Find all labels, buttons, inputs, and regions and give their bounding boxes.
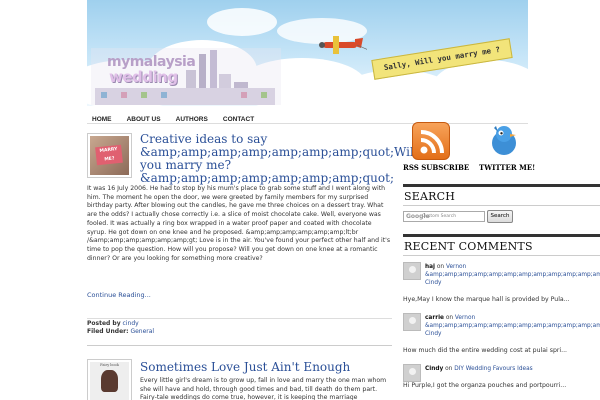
nav-home[interactable]: HOME [87,111,117,129]
rss-glyph [420,130,444,154]
google-logo: Google [406,213,430,220]
comment-text: How much did the entire wedding cost at … [403,347,568,354]
filed-under-label: Filed Under: [87,328,129,336]
search-heading: SEARCH [403,184,600,206]
post-meta: Posted by cindy Filed Under: General [87,318,392,337]
comment-text: Hye,May I know the marque hall is provid… [403,296,570,303]
category-link[interactable]: General [130,328,154,335]
post-title[interactable]: Sometimes Love Just Ain't Enough [140,361,390,374]
comment-author[interactable]: Cindy [425,366,443,372]
avatar [403,262,421,280]
search-input[interactable]: Google Custom Search [403,211,485,222]
portrait [101,370,118,392]
comment-post-link[interactable]: Vernon &amp;amp;amp;amp;amp;amp;amp;amp;… [425,264,600,286]
cloud [207,8,277,36]
comment-post-link[interactable]: DIY Wedding Favours Ideas [454,366,532,372]
comment-text: Hi Purple,I got the organza pouches and … [403,382,567,389]
on-label: on [436,264,445,270]
avatar [403,313,421,331]
comment-meta: haj on Vernon &amp;amp;amp;amp;amp;amp;a… [425,263,600,287]
post-image: MARRY ME? [90,136,129,175]
site-header: mymalaysia wedding Sally, Will you marry… [87,0,528,106]
author-link[interactable]: cindy [123,320,139,327]
twitter-bird-icon[interactable] [488,124,520,158]
on-label: on [445,366,453,372]
logo-text-line2[interactable]: wedding [109,68,178,86]
comment-author[interactable]: haj [425,264,435,270]
posted-by-label: Posted by [87,320,121,327]
nav-contact[interactable]: CONTACT [218,111,259,129]
book-cover-text: Fairy book [100,363,119,367]
post-thumbnail[interactable]: MARRY ME? [87,133,132,178]
post-excerpt: It was 16 July 2006. He had to stop by h… [87,185,391,262]
post-thumbnail[interactable]: Fairy book [87,359,132,400]
continue-reading-link[interactable]: Continue Reading... [87,291,151,299]
post-image: Fairy book [90,362,129,400]
post-title[interactable]: Creative ideas to say &amp;amp;amp;amp;a… [140,133,418,185]
rss-icon[interactable] [412,122,450,160]
rss-subscribe-label[interactable]: RSS SUBSCRIBE [403,163,469,172]
on-label: on [445,315,454,321]
airplane-icon [319,36,367,54]
post-divider [87,345,392,346]
twitter-me-label[interactable]: TWITTER ME! [479,163,535,172]
comment-meta: Cindy on DIY Wedding Favours Ideas [425,365,600,373]
avatar [403,364,421,382]
recent-comments-heading: RECENT COMMENTS [403,234,600,256]
nav-authors[interactable]: AUTHORS [171,111,213,129]
search-button[interactable]: Search [487,210,513,223]
post-excerpt: Every little girl's dream is to grow up,… [140,377,387,400]
nav-about-us[interactable]: ABOUT US [122,111,166,129]
comment-author[interactable]: carrie [425,315,444,321]
main-navigation: HOME ABOUT US AUTHORS CONTACT [87,106,528,124]
marry-me-sign: MARRY ME? [95,144,123,166]
comment-meta: carrie on Vernon &amp;amp;amp;amp;amp;am… [425,314,600,338]
